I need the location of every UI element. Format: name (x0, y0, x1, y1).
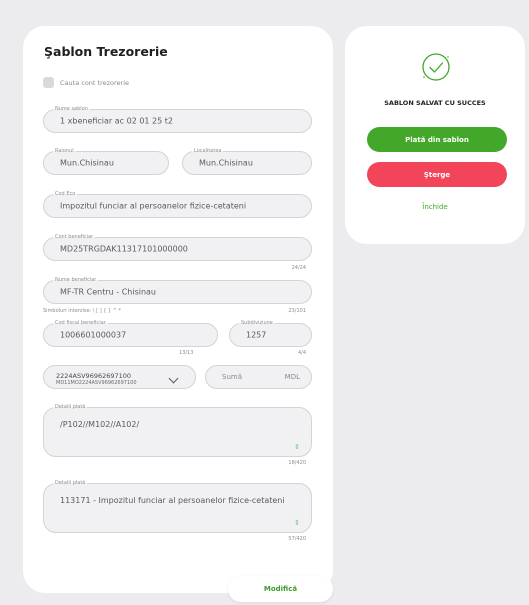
template-name-label: Nume sablon (53, 105, 90, 113)
payment-details-label-2: Detalii plată (53, 479, 88, 487)
search-treasury-label: Cauta cont trezorerie (60, 78, 129, 87)
payment-details-value-1: /P102//M102//A102/ (60, 420, 140, 429)
check-circle-icon (422, 53, 450, 81)
page-title: Şablon Trezorerie (44, 44, 168, 59)
amount-placeholder: Sumă (222, 373, 242, 381)
beneficiary-account-value: MD25TRGDAK11317101000000 (60, 244, 188, 254)
search-treasury-account-row[interactable]: Cauta cont trezorerie (43, 77, 129, 88)
amount-field[interactable]: Sumă MDL (205, 365, 312, 389)
forbidden-symbols-hint: Simboluri interzise: \ [ ] { } ^ * (43, 308, 122, 314)
raion-field[interactable]: Raionul Mun.Chisinau (43, 147, 169, 175)
search-treasury-checkbox[interactable] (43, 77, 54, 88)
beneficiary-name-label: Nume beneficiar (53, 276, 99, 284)
payer-account-select[interactable]: 2224ASV96962697100 MD11MO2224ASV96962697… (43, 365, 196, 389)
close-link[interactable]: Închide (345, 203, 525, 211)
pay-from-template-button[interactable]: Plată din sablon (367, 127, 507, 152)
payer-account-number: 2224ASV96962697100 (56, 372, 132, 380)
subdivision-field[interactable]: Subdiviziune 1257 (229, 319, 312, 347)
template-name-value: 1 xbeneficiar ac 02 01 25 t2 (60, 116, 173, 126)
treasury-template-form: Şablon Trezorerie Cauta cont trezorerie … (23, 26, 333, 593)
locality-label: Localitatea (192, 147, 224, 155)
beneficiary-name-value: MF-TR Centru - Chisinau (60, 287, 157, 297)
fiscal-code-value: 1006601000037 (60, 330, 127, 340)
locality-value: Mun.Chisinau (199, 158, 253, 168)
success-panel: SABLON SALVAT CU SUCCES Plată din sablon… (345, 26, 525, 244)
eco-code-field[interactable]: Cod Eco Impozitul funciar al persoanelor… (43, 190, 312, 218)
payment-details-counter-1: 18/420 (288, 460, 306, 466)
currency-label: MDL (284, 373, 300, 381)
delete-button[interactable]: Şterge (367, 162, 507, 187)
subdivision-label: Subdiviziune (239, 319, 275, 327)
fiscal-code-label: Cod fiscal beneficiar (53, 319, 108, 327)
payment-details-field-2[interactable]: Detalii plată 113171 - Impozitul funciar… (43, 479, 312, 533)
chevron-down-icon[interactable] (168, 373, 179, 384)
beneficiary-name-field[interactable]: Nume beneficiar MF-TR Centru - Chisinau (43, 276, 312, 304)
modify-button[interactable]: Modifică (228, 576, 333, 602)
beneficiary-account-counter: 24/24 (291, 265, 306, 271)
eco-code-value: Impozitul funciar al persoanelor fizice-… (60, 201, 247, 211)
resize-handle-icon[interactable]: ⇕ (294, 520, 300, 527)
raion-label: Raionul (53, 147, 76, 155)
payment-details-counter-2: 57/420 (288, 536, 306, 542)
payment-details-field-1[interactable]: Detalii plată /P102//M102//A102/ ⇕ (43, 403, 312, 457)
template-name-field[interactable]: Nume sablon 1 xbeneficiar ac 02 01 25 t2 (43, 105, 312, 133)
fiscal-code-counter: 13/13 (179, 350, 194, 356)
eco-code-label: Cod Eco (53, 190, 78, 198)
payer-account-iban: MD11MO2224ASV96962697100 (56, 380, 137, 386)
subdivision-counter: 4/4 (297, 350, 306, 356)
payment-details-value-2: 113171 - Impozitul funciar al persoanelo… (60, 496, 285, 505)
beneficiary-account-label: Cont beneficiar (53, 233, 96, 241)
subdivision-value: 1257 (246, 330, 267, 340)
locality-field[interactable]: Localitatea Mun.Chisinau (182, 147, 312, 175)
success-title: SABLON SALVAT CU SUCCES (384, 99, 486, 107)
beneficiary-account-field[interactable]: Cont beneficiar MD25TRGDAK11317101000000 (43, 233, 312, 261)
payment-details-label-1: Detalii plată (53, 403, 88, 411)
raion-value: Mun.Chisinau (60, 158, 114, 168)
beneficiary-name-counter: 23/101 (288, 308, 306, 314)
fiscal-code-field[interactable]: Cod fiscal beneficiar 1006601000037 (43, 319, 218, 347)
resize-handle-icon[interactable]: ⇕ (294, 444, 300, 451)
